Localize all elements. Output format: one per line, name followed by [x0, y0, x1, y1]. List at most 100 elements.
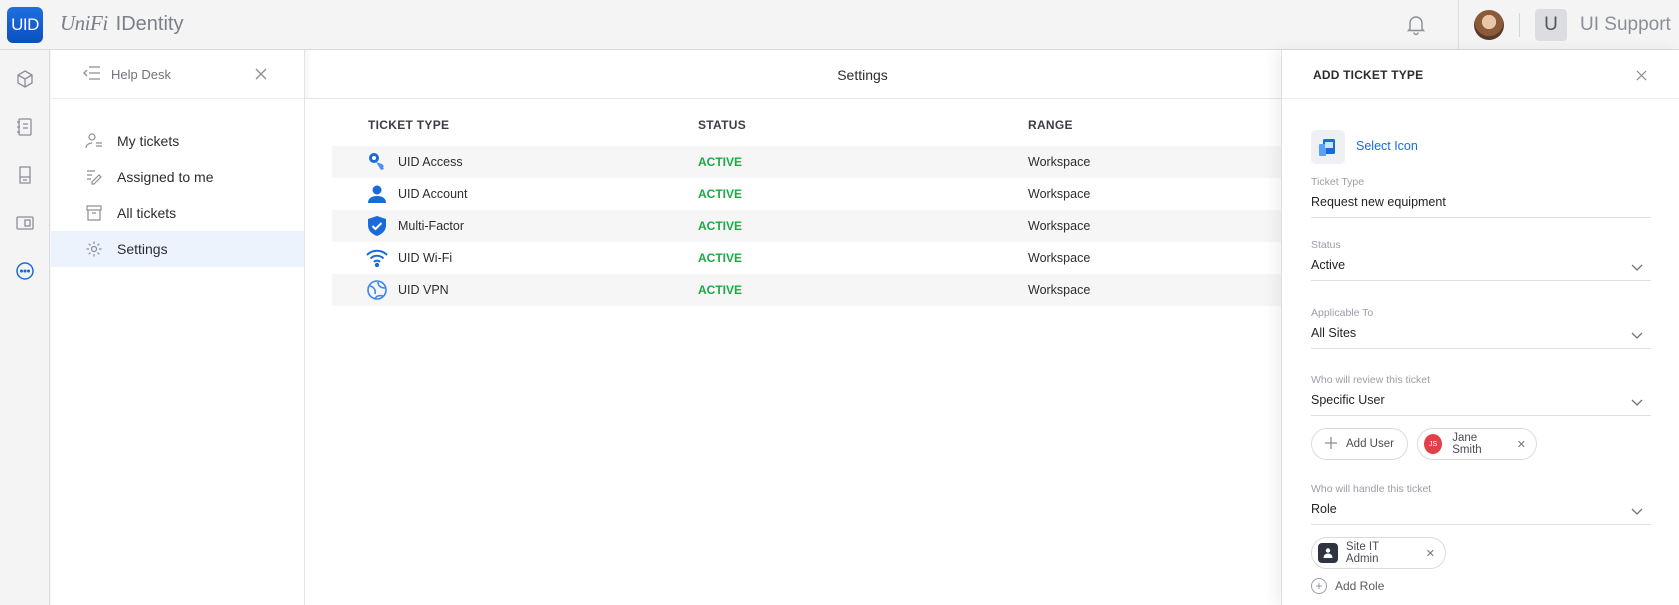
panel-title: ADD TICKET TYPE	[1313, 68, 1424, 82]
handler-select-value: Role	[1311, 502, 1337, 516]
help-desk-sidebar: Help Desk My tickets Assigned to me All …	[51, 50, 305, 605]
shield-check-icon	[366, 215, 388, 237]
column-header-status[interactable]: STATUS	[698, 118, 746, 132]
add-role-button[interactable]: + Add Role	[1311, 578, 1384, 594]
sidebar-menu: My tickets Assigned to me All tickets Se…	[51, 123, 304, 267]
reviewer-name: Jane Smith	[1452, 432, 1482, 456]
ticket-icon-preview[interactable]	[1311, 130, 1345, 164]
top-divider	[1458, 0, 1459, 50]
sidebar-item-my-tickets[interactable]: My tickets	[51, 123, 304, 159]
ticket-type-name: Multi-Factor	[398, 219, 464, 233]
device-icon[interactable]	[13, 163, 37, 187]
reviewer-field[interactable]: Who will review this ticket Specific Use…	[1311, 374, 1651, 416]
person-icon	[366, 183, 388, 205]
address-book-icon[interactable]	[13, 115, 37, 139]
brand: UniFi IDentity	[60, 11, 183, 36]
status-field[interactable]: Status Active	[1311, 239, 1651, 281]
sidebar-item-all-tickets[interactable]: All tickets	[51, 195, 304, 231]
gear-icon	[85, 240, 103, 258]
status-badge: ACTIVE	[698, 219, 743, 233]
range-value: Workspace	[1028, 155, 1091, 169]
table-row[interactable]: UID VPN ACTIVE Workspace	[332, 274, 1332, 306]
status-badge: ACTIVE	[698, 187, 743, 201]
range-value: Workspace	[1028, 251, 1091, 265]
role-chip: Site IT Admin ✕	[1311, 537, 1446, 569]
settings-header: Settings	[305, 50, 1305, 99]
remove-icon[interactable]: ✕	[1426, 547, 1435, 560]
sidebar-item-label: Settings	[117, 241, 168, 257]
bell-icon[interactable]	[1404, 12, 1428, 36]
applicable-to-field[interactable]: Applicable To All Sites	[1311, 307, 1651, 349]
field-label: Who will handle this ticket	[1311, 483, 1432, 495]
ticket-type-table: TICKET TYPE STATUS RANGE UID Access ACTI…	[332, 118, 1332, 306]
sidebar-title: Help Desk	[111, 67, 171, 82]
applicable-to-select[interactable]: All Sites	[1311, 326, 1651, 349]
archive-icon	[85, 204, 103, 222]
page-title: Settings	[837, 67, 888, 83]
close-icon[interactable]	[255, 67, 267, 85]
sidebar-item-settings[interactable]: Settings	[51, 231, 304, 267]
table-row[interactable]: UID Account ACTIVE Workspace	[332, 178, 1332, 210]
field-label: Status	[1311, 239, 1341, 251]
sidebar-item-label: Assigned to me	[117, 169, 214, 185]
divider	[1519, 13, 1520, 37]
plus-icon	[1324, 436, 1338, 453]
status-select-value: Active	[1311, 258, 1346, 272]
user-name[interactable]: UI Support	[1580, 14, 1671, 36]
avatar[interactable]	[1474, 10, 1504, 40]
add-user-button[interactable]: Add User	[1311, 428, 1408, 460]
sidebar-header: Help Desk	[51, 50, 304, 99]
add-role-label: Add Role	[1335, 579, 1385, 593]
key-icon	[366, 151, 388, 173]
sidebar-item-assigned-to-me[interactable]: Assigned to me	[51, 159, 304, 195]
range-value: Workspace	[1028, 219, 1091, 233]
add-ticket-type-panel: ADD TICKET TYPE Select Icon Ticket Type …	[1281, 50, 1679, 605]
sidebar-item-label: All tickets	[117, 205, 177, 221]
close-icon[interactable]	[1636, 68, 1647, 86]
collapse-menu-icon[interactable]	[83, 65, 101, 86]
status-badge: ACTIVE	[698, 251, 743, 265]
table-row[interactable]: UID Wi-Fi ACTIVE Workspace	[332, 242, 1332, 274]
chat-more-icon[interactable]	[13, 259, 37, 283]
reviewer-chip: JS Jane Smith ✕	[1417, 428, 1537, 460]
reviewer-select[interactable]: Specific User	[1311, 393, 1651, 416]
column-header-ticket-type[interactable]: TICKET TYPE	[368, 118, 449, 132]
role-icon	[1318, 543, 1338, 563]
range-value: Workspace	[1028, 187, 1091, 201]
role-chip-label: Site IT Admin	[1345, 541, 1379, 565]
globe-icon	[366, 279, 388, 301]
assigned-icon	[85, 168, 103, 186]
table-header: TICKET TYPE STATUS RANGE	[332, 118, 1332, 146]
chevron-down-icon	[1631, 505, 1643, 519]
handler-field[interactable]: Who will handle this ticket Role	[1311, 483, 1651, 525]
ticket-type-input[interactable]: Request new equipment	[1311, 195, 1651, 218]
cube-icon[interactable]	[13, 67, 37, 91]
panel-header: ADD TICKET TYPE	[1282, 50, 1679, 99]
add-user-label: Add User	[1346, 438, 1394, 450]
settings-panel: Settings TICKET TYPE STATUS RANGE UID Ac…	[305, 50, 1332, 605]
uid-logo[interactable]: UID	[7, 7, 43, 43]
table-row[interactable]: UID Access ACTIVE Workspace	[332, 146, 1332, 178]
table-row[interactable]: Multi-Factor ACTIVE Workspace	[332, 210, 1332, 242]
field-label: Ticket Type	[1311, 176, 1365, 188]
monitor-icon[interactable]	[13, 211, 37, 235]
status-select[interactable]: Active	[1311, 258, 1651, 281]
reviewer-select-value: Specific User	[1311, 393, 1385, 407]
ticket-type-name: UID Account	[398, 187, 468, 201]
icon-rail	[0, 50, 50, 605]
plus-circle-icon: +	[1311, 578, 1327, 594]
user-initial-badge[interactable]: U	[1535, 9, 1567, 41]
ticket-type-name: UID VPN	[398, 283, 449, 297]
field-label: Who will review this ticket	[1311, 374, 1431, 386]
column-header-range[interactable]: RANGE	[1028, 118, 1073, 132]
brand-unifi: UniFi	[60, 11, 108, 35]
wifi-icon	[366, 247, 388, 269]
chevron-down-icon	[1631, 261, 1643, 275]
brand-identity: IDentity	[115, 13, 184, 35]
remove-icon[interactable]: ✕	[1517, 438, 1526, 451]
person-list-icon	[85, 132, 103, 150]
field-label: Applicable To	[1311, 307, 1374, 319]
handler-select[interactable]: Role	[1311, 502, 1651, 525]
ticket-type-field[interactable]: Ticket Type Request new equipment	[1311, 176, 1651, 218]
select-icon-link[interactable]: Select Icon	[1356, 139, 1418, 153]
